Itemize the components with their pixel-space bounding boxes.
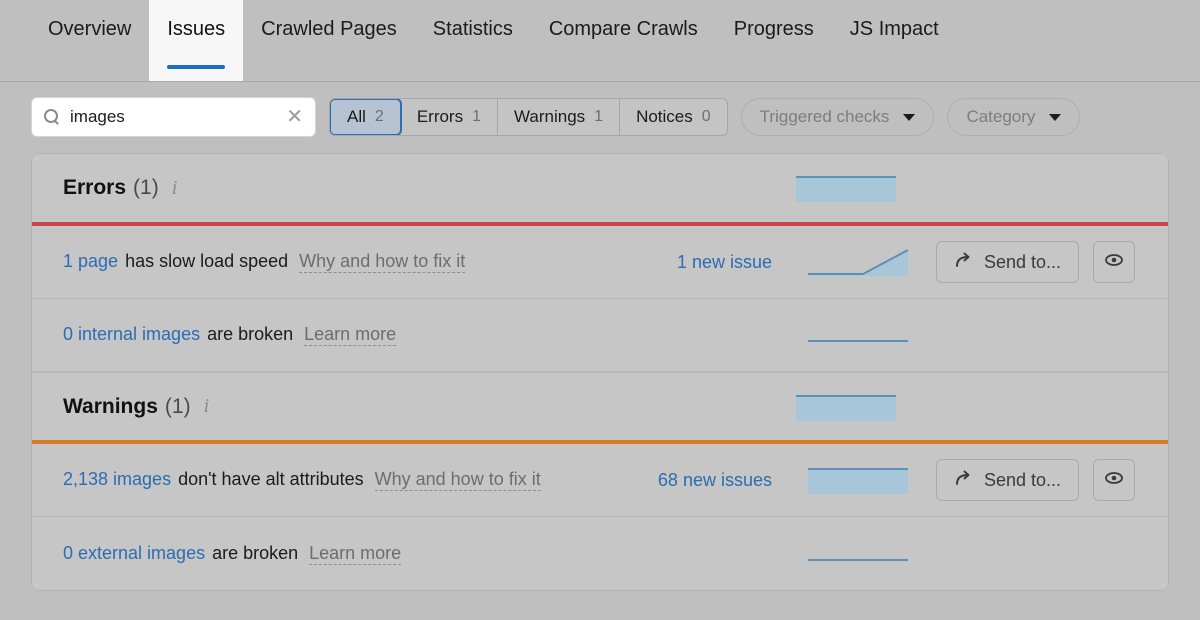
severity-filter-errors[interactable]: Errors 1 — [401, 99, 498, 135]
tab-label: Crawled Pages — [261, 17, 397, 40]
issue-text: don't have alt attributes — [178, 469, 364, 489]
chevron-down-icon — [903, 113, 916, 121]
issues-card: Errors (1) i 1 page has slow load speed Why a… — [31, 153, 1169, 591]
issue-description: 0 external images are broken Learn more — [63, 542, 402, 565]
severity-filter-label: All — [347, 107, 366, 126]
severity-filter-label: Notices — [636, 107, 693, 126]
row-actions: Send to... — [936, 459, 1146, 501]
tab-label: Compare Crawls — [548, 17, 698, 40]
issue-text: are broken — [212, 542, 299, 563]
triggered-checks-label: Triggered checks — [759, 107, 890, 126]
issue-sparkline — [808, 248, 908, 276]
eye-icon-button[interactable] — [1093, 241, 1135, 283]
row-actions: Send to... — [936, 241, 1146, 283]
new-issues-link[interactable]: 1 new issue — [677, 252, 772, 273]
issue-sparkline — [808, 540, 908, 568]
tab-issues[interactable]: Issues — [149, 0, 244, 81]
issue-row: 0 external images are broken Learn more — [32, 517, 1168, 590]
tab-label: Statistics — [432, 17, 513, 40]
severity-filter-count: 0 — [701, 108, 711, 125]
section-header-warnings: Warnings (1) i — [32, 372, 1168, 444]
section-sparkline — [796, 393, 896, 421]
send-to-label: Send to... — [983, 469, 1062, 490]
section-title: Errors — [63, 176, 127, 199]
severity-filter-warnings[interactable]: Warnings 1 — [498, 99, 621, 135]
tab-js-impact[interactable]: JS Impact — [832, 0, 957, 81]
tab-progress[interactable]: Progress — [716, 0, 832, 81]
tab-label: JS Impact — [849, 17, 939, 40]
section-title: Warnings — [63, 394, 158, 418]
issue-sparkline — [808, 321, 908, 349]
issue-count-link[interactable]: 2,138 images — [63, 469, 171, 490]
section-header-errors: Errors (1) i — [32, 154, 1168, 226]
tab-overview[interactable]: Overview — [30, 0, 149, 81]
severity-filter-notices[interactable]: Notices 0 — [620, 99, 727, 135]
severity-filter-label: Errors — [416, 107, 464, 126]
issue-description: 1 page has slow load speed Why and how to … — [63, 251, 466, 273]
send-to-label: Send to... — [983, 251, 1062, 272]
filter-toolbar: images ✕ All 2 Errors 1 Warnings 1 Notices 0 Tr… — [0, 82, 1200, 137]
severity-filter-label: Warnings — [514, 107, 586, 126]
search-input-value: images — [70, 107, 125, 126]
category-dropdown[interactable]: Category — [947, 98, 1081, 136]
severity-filter-count: 2 — [374, 108, 384, 125]
issue-row: 2,138 images don't have alt attributes Why… — [32, 444, 1168, 517]
issue-text: has slow load speed — [125, 251, 289, 271]
eye-icon-button[interactable] — [1093, 459, 1135, 501]
issue-sparkline — [808, 466, 908, 494]
issue-row: 0 internal images are broken Learn more — [32, 299, 1168, 372]
issue-help-link[interactable]: Why and how to fix it — [374, 469, 541, 491]
issue-description: 2,138 images don't have alt attributes Why… — [63, 469, 541, 491]
section-count: (1) — [133, 176, 159, 199]
issue-text: are broken — [207, 324, 294, 344]
issue-row: 1 page has slow load speed Why and how to … — [32, 226, 1168, 299]
send-to-button[interactable]: Send to... — [936, 459, 1079, 501]
severity-filter-count: 1 — [472, 108, 481, 125]
info-icon[interactable]: i — [172, 177, 178, 200]
triggered-checks-dropdown[interactable]: Triggered checks — [740, 98, 935, 136]
share-arrow-icon — [954, 468, 974, 493]
send-to-button[interactable]: Send to... — [936, 241, 1079, 283]
search-input[interactable]: images ✕ — [31, 97, 316, 137]
issue-help-link[interactable]: Learn more — [309, 543, 402, 565]
section-count: (1) — [164, 394, 191, 418]
eye-icon — [1103, 467, 1125, 494]
issue-description: 0 internal images are broken Learn more — [63, 324, 397, 346]
tab-statistics[interactable]: Statistics — [415, 0, 531, 81]
tab-label: Progress — [733, 17, 814, 40]
severity-filter-all[interactable]: All 2 — [329, 99, 402, 135]
tab-label: Overview — [48, 17, 132, 40]
eye-icon — [1103, 249, 1125, 276]
search-icon — [44, 109, 60, 125]
severity-filter-count: 1 — [594, 108, 604, 125]
tab-compare-crawls[interactable]: Compare Crawls — [531, 0, 716, 81]
new-issues-link[interactable]: 68 new issues — [658, 470, 772, 491]
tab-label: Issues — [167, 17, 226, 40]
share-arrow-icon — [954, 250, 974, 275]
issue-help-link[interactable]: Why and how to fix it — [299, 251, 466, 273]
tab-bar: Overview Issues Crawled Pages Statistics Com… — [0, 0, 1200, 82]
category-label: Category — [966, 107, 1036, 126]
severity-filter-group: All 2 Errors 1 Warnings 1 Notices 0 — [329, 98, 728, 136]
close-icon[interactable]: ✕ — [286, 107, 303, 127]
section-sparkline — [796, 174, 896, 202]
chevron-down-icon — [1049, 113, 1062, 121]
issue-count-link[interactable]: 0 external images — [63, 543, 205, 564]
tab-crawled-pages[interactable]: Crawled Pages — [243, 0, 415, 81]
issue-help-link[interactable]: Learn more — [304, 324, 397, 346]
issue-count-link[interactable]: 0 internal images — [63, 324, 200, 345]
info-icon[interactable]: i — [204, 395, 210, 418]
issue-count-link[interactable]: 1 page — [63, 251, 118, 272]
